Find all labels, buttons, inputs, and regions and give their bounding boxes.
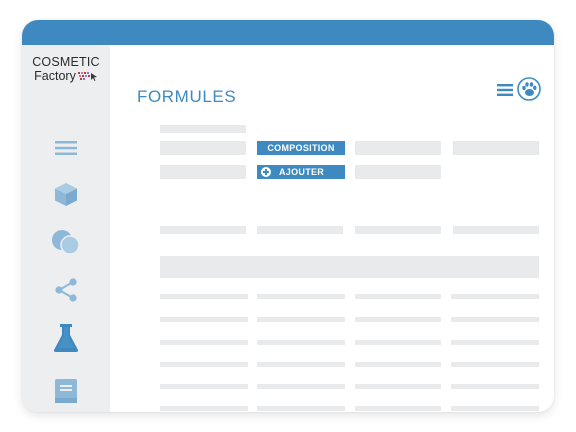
- placeholder-line: [451, 294, 539, 299]
- sidebar-item-documentation[interactable]: [50, 375, 82, 407]
- placeholder-line: [355, 317, 441, 322]
- paw-icon[interactable]: [517, 77, 541, 101]
- placeholder-line: [257, 317, 345, 322]
- sidebar-item-products[interactable]: [50, 178, 82, 210]
- placeholder-line: [160, 406, 248, 411]
- placeholder-line: [451, 384, 539, 389]
- share-icon: [55, 278, 77, 302]
- circles-icon: [52, 230, 80, 255]
- placeholder-field: [160, 165, 246, 179]
- placeholder-line: [257, 406, 345, 411]
- logo-text-line1: COSMETIC: [32, 55, 100, 69]
- main-content: FORMULES COMPOSITION AJOUTER: [110, 45, 554, 412]
- placeholder-line: [257, 362, 345, 367]
- placeholder-line: [355, 340, 441, 345]
- placeholder-line: [355, 294, 441, 299]
- sidebar-item-formulas[interactable]: [50, 322, 82, 354]
- placeholder-line: [160, 384, 248, 389]
- placeholder-line: [160, 317, 248, 322]
- placeholder-line: [160, 294, 248, 299]
- placeholder-line: [451, 317, 539, 322]
- logo-text-line2: Factory: [34, 69, 76, 83]
- placeholder-line: [451, 362, 539, 367]
- flask-icon: [53, 324, 79, 352]
- placeholder-field: [160, 141, 246, 155]
- placeholder-field: [355, 165, 441, 179]
- placeholder-line: [451, 340, 539, 345]
- placeholder-field: [453, 141, 539, 155]
- placeholder-header-row: [160, 256, 539, 278]
- title-bar: [22, 20, 554, 45]
- logo-mark-icon: [77, 72, 97, 81]
- sidebar-item-ingredients[interactable]: [50, 226, 82, 258]
- book-icon: [55, 379, 77, 403]
- add-button[interactable]: AJOUTER: [257, 165, 345, 179]
- placeholder-line: [355, 362, 441, 367]
- add-button-label: AJOUTER: [279, 167, 325, 177]
- placeholder-bar: [453, 226, 539, 234]
- placeholder-bar: [355, 226, 441, 234]
- page-title: FORMULES: [137, 87, 237, 106]
- placeholder-line: [355, 384, 441, 389]
- plus-circle-icon: [261, 167, 271, 177]
- placeholder-line: [257, 340, 345, 345]
- placeholder-field: [355, 141, 441, 155]
- sidebar-item-menu[interactable]: [50, 132, 82, 164]
- placeholder-bar: [160, 226, 246, 234]
- placeholder-bar: [257, 226, 343, 234]
- composition-button[interactable]: COMPOSITION: [257, 141, 345, 155]
- hamburger-icon[interactable]: [497, 83, 513, 97]
- logo: COSMETIC Factory: [22, 55, 110, 83]
- sidebar-item-share[interactable]: [50, 274, 82, 306]
- menu-icon: [55, 141, 77, 155]
- placeholder-line: [160, 362, 248, 367]
- placeholder-line: [451, 406, 539, 411]
- placeholder-line: [160, 340, 248, 345]
- sidebar: COSMETIC Factory: [22, 45, 110, 412]
- box-icon: [55, 183, 77, 206]
- placeholder-line: [257, 294, 345, 299]
- app-window: COSMETIC Factory FORMULES COMPOSITION AJ…: [22, 20, 554, 412]
- placeholder-line: [257, 384, 345, 389]
- placeholder-bar: [160, 125, 246, 133]
- placeholder-line: [355, 406, 441, 411]
